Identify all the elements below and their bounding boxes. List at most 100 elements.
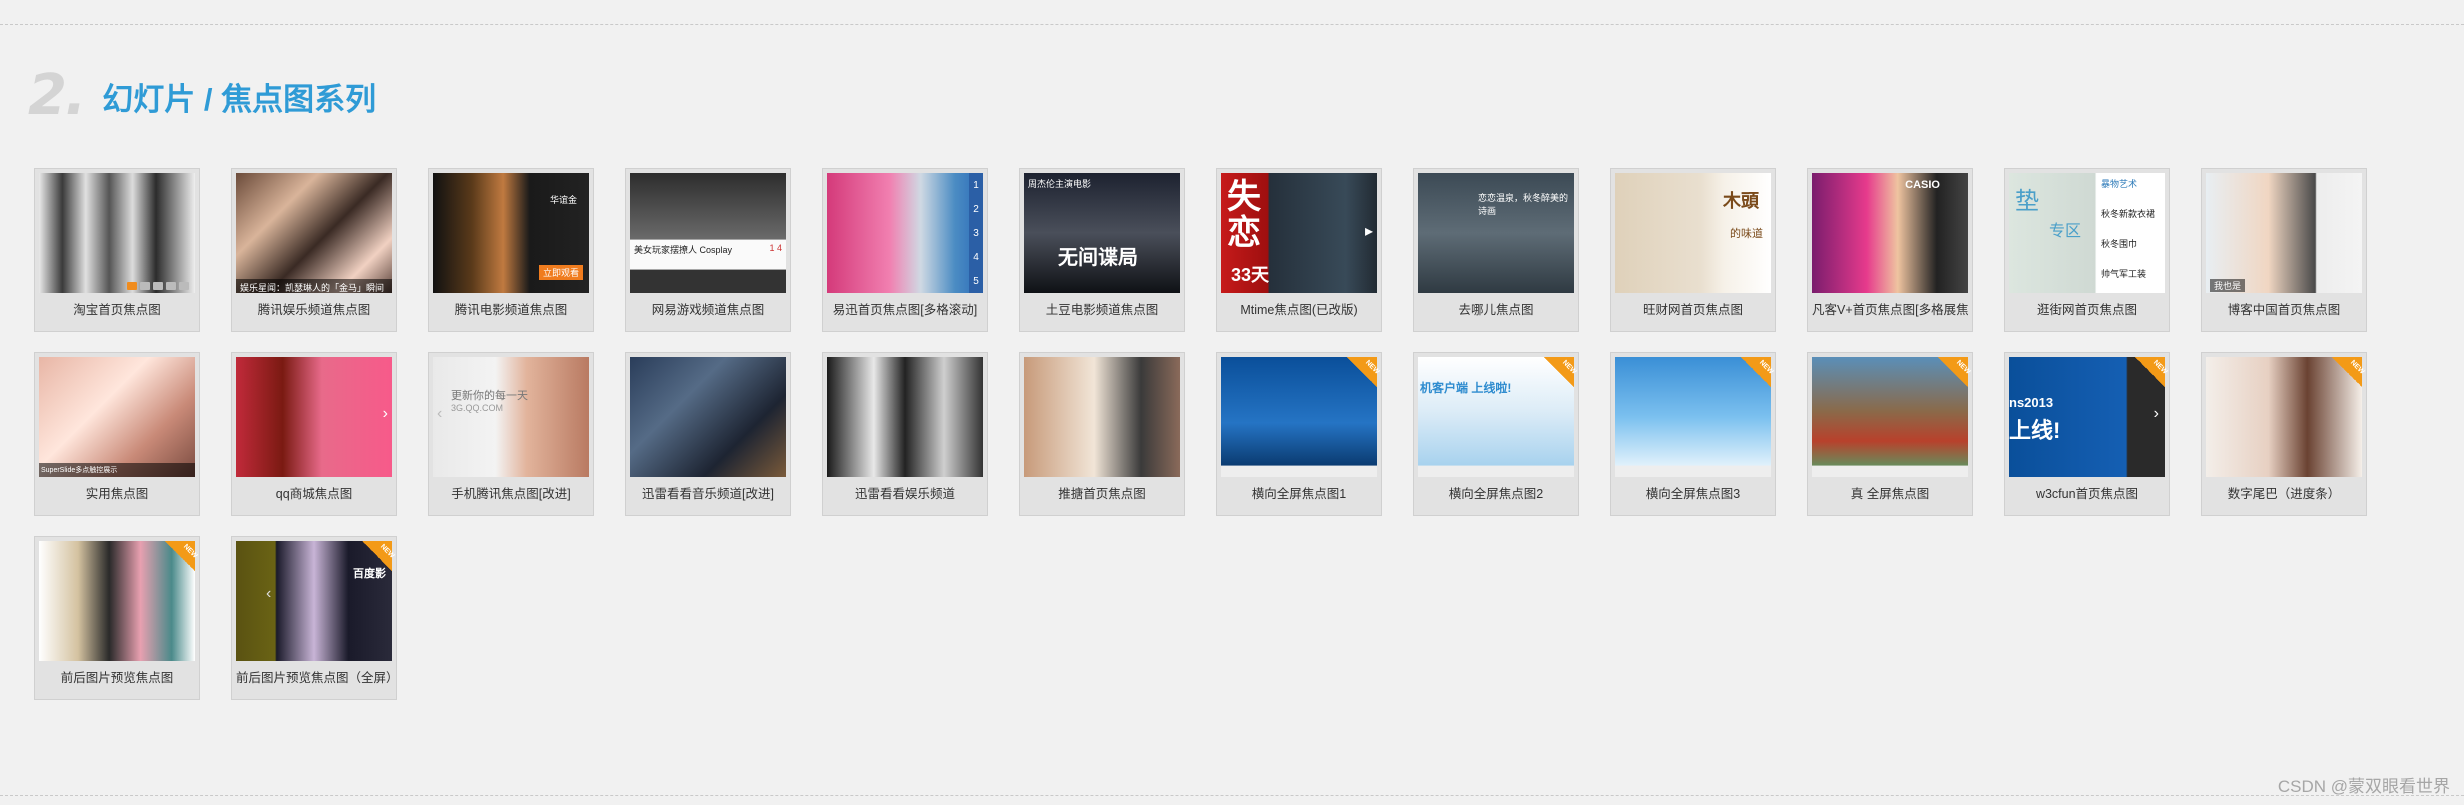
bottom-divider [0,795,2464,796]
demo-thumbnail [39,173,195,293]
side-menu-item[interactable]: 暴物艺术 [2101,177,2137,190]
thumb-url: 3G.QQ.COM [451,403,504,413]
demo-caption[interactable]: Mtime焦点图(已改版) [1221,301,1377,319]
demo-caption[interactable]: 数字尾巴（进度条） [2206,485,2362,503]
chevron-right-icon[interactable]: › [2154,405,2159,423]
demo-card-tencent-ent[interactable]: 娱乐星闻：凯瑟琳人的「金马」瞬间 腾讯娱乐频道焦点图 [231,168,397,332]
demo-caption[interactable]: 旺财网首页焦点图 [1615,301,1771,319]
thumb-text: ns2013 [2009,395,2054,410]
demo-caption[interactable]: 横向全屏焦点图3 [1615,485,1771,503]
demo-card-qq-mall[interactable]: › qq商城焦点图 [231,352,397,516]
demo-caption[interactable]: 迅雷看看音乐频道[改进] [630,485,786,503]
thumb-text: 机客户端 上线啦! [1420,381,1512,395]
demo-card-xunlei-ent[interactable]: 迅雷看看娱乐频道 [822,352,988,516]
demo-card-w3cfun[interactable]: ns2013 上线! › w3cfun首页焦点图 NEW [2004,352,2170,516]
demo-caption[interactable]: 腾讯娱乐频道焦点图 [236,301,392,319]
chevron-left-icon[interactable]: ‹ [437,405,442,423]
slide-number-strip[interactable]: 1 2 3 4 5 [969,173,983,293]
side-menu-item[interactable]: 秋冬围巾 [2101,237,2137,250]
demo-card-mtime[interactable]: 失 恋 33天 ▸ Mtime焦点图(已改版) [1216,168,1382,332]
side-menu-item[interactable]: 帅气军工装 [2101,267,2146,280]
demo-caption[interactable]: qq商城焦点图 [236,485,392,503]
demo-thumbnail: 美女玩家摆撩人 Cosplay 1 4 [630,173,786,293]
demo-card-taobao[interactable]: 淘宝首页焦点图 [34,168,200,332]
demo-thumbnail: 更新你的每一天 3G.QQ.COM ‹ [433,357,589,477]
demo-card-preview-slider-fullscreen[interactable]: ‹ 百度影 前后图片预览焦点图（全屏） NEW [231,536,397,700]
demo-card-practical[interactable]: SuperSlide多点触控展示 实用焦点图 [34,352,200,516]
demo-card-blogchina[interactable]: 我也是 博客中国首页焦点图 [2201,168,2367,332]
demo-caption[interactable]: 前后图片预览焦点图（全屏） [236,669,392,687]
thumb-subtitle: 的味道 [1730,228,1763,240]
watch-now-button[interactable]: 立即观看 [538,265,583,280]
demo-caption[interactable]: 推搪首页焦点图 [1024,485,1180,503]
demo-caption[interactable]: 真 全屏焦点图 [1812,485,1968,503]
demo-caption[interactable]: 腾讯电影频道焦点图 [433,301,589,319]
thumb-top-text: 周杰伦主演电影 [1028,179,1092,189]
new-badge: NEW [1938,357,1971,387]
demo-caption[interactable]: 淘宝首页焦点图 [39,301,195,319]
demo-caption[interactable]: 土豆电影频道焦点图 [1024,301,1180,319]
caption-bar-text: SuperSlide多点触控展示 [41,467,118,474]
demo-caption[interactable]: 去哪儿焦点图 [1418,301,1574,319]
slide-number[interactable]: 5 [973,276,979,287]
demo-thumbnail: 娱乐星闻：凯瑟琳人的「金马」瞬间 [236,173,392,293]
slide-number[interactable]: 1 [973,180,979,191]
demo-card-preview-slider[interactable]: 前后图片预览焦点图 NEW [34,536,200,700]
chevron-left-icon[interactable]: ‹ [266,585,271,603]
new-badge: NEW [1544,357,1577,387]
demo-caption[interactable]: 易迅首页焦点图[多格滚动] [827,301,983,319]
demo-caption[interactable]: 实用焦点图 [39,485,195,503]
demo-caption[interactable]: 前后图片预览焦点图 [39,669,195,687]
demo-thumbnail: 周杰伦主演电影 无间谍局 [1024,173,1180,293]
demo-caption[interactable]: 博客中国首页焦点图 [2206,301,2362,319]
demo-thumbnail: CASIO [1812,173,1968,293]
demo-card-wangcai[interactable]: 木頭 的味道 旺财网首页焦点图 [1610,168,1776,332]
demo-caption[interactable]: 逛街网首页焦点图 [2009,301,2165,319]
demo-card-fullscreen-1[interactable]: 横向全屏焦点图1 NEW [1216,352,1382,516]
thumb-subtitle: 专区 [2049,223,2082,240]
demo-thumbnail: SuperSlide多点触控展示 [39,357,195,477]
side-menu-item[interactable]: 秋冬新款衣裙 [2101,207,2155,220]
demo-card-fullscreen-3[interactable]: 横向全屏焦点图3 NEW [1610,352,1776,516]
demo-caption[interactable]: 迅雷看看娱乐频道 [827,485,983,503]
demo-card-xunlei-music[interactable]: 迅雷看看音乐频道[改进] [625,352,791,516]
demo-card-mobile-tencent[interactable]: 更新你的每一天 3G.QQ.COM ‹ 手机腾讯焦点图[改进] [428,352,594,516]
slide-pager[interactable] [127,282,189,290]
thumb-counter: 1 4 [769,243,782,253]
slide-number[interactable]: 2 [973,204,979,215]
demo-thumbnail: 我也是 [2206,173,2362,293]
caption-bar: SuperSlide多点触控展示 [39,463,195,477]
demo-caption[interactable]: 网易游戏频道焦点图 [630,301,786,319]
demo-card-tudou[interactable]: 周杰伦主演电影 无间谍局 土豆电影频道焦点图 [1019,168,1185,332]
thumb-label: 我也是 [2210,279,2246,292]
demo-card-netease-game[interactable]: 美女玩家摆撩人 Cosplay 1 4 网易游戏频道焦点图 [625,168,791,332]
demo-card-true-fullscreen[interactable]: 真 全屏焦点图 NEW [1807,352,1973,516]
demo-thumbnail [1024,357,1180,477]
thumb-label: 美女玩家摆撩人 Cosplay [634,245,733,255]
thumb-big-text: 垫 [2015,188,2039,215]
demo-caption[interactable]: 横向全屏焦点图2 [1418,485,1574,503]
top-divider [0,24,2464,25]
demo-card-tuitang[interactable]: 推搪首页焦点图 [1019,352,1185,516]
demo-caption[interactable]: 凡客V+首页焦点图[多格展焦] [1812,301,1968,319]
chevron-right-icon[interactable]: ▸ [1365,221,1373,241]
slide-number[interactable]: 4 [973,252,979,263]
thumb-days-text: 33天 [1231,265,1270,285]
demo-card-fullscreen-2[interactable]: 机客户端 上线啦! 横向全屏焦点图2 NEW [1413,352,1579,516]
demo-card-tencent-movie[interactable]: 华谊金 立即观看 腾讯电影频道焦点图 [428,168,594,332]
thumb-text: 恋恋温泉，秋冬醉美的诗画 [1478,193,1569,216]
demo-card-guangjie[interactable]: 垫 专区 暴物艺术 秋冬新款衣裙 秋冬围巾 帅气军工装 逛街网首页焦点图 [2004,168,2170,332]
slideshow-demo-grid: 淘宝首页焦点图 娱乐星闻：凯瑟琳人的「金马」瞬间 腾讯娱乐频道焦点图 华谊金 立… [34,168,2394,700]
new-badge: NEW [362,541,395,571]
demo-caption[interactable]: w3cfun首页焦点图 [2009,485,2165,503]
demo-card-digital-tail[interactable]: 数字尾巴（进度条） NEW [2201,352,2367,516]
caption-bar-text: 娱乐星闻：凯瑟琳人的「金马」瞬间 [240,283,385,293]
demo-caption[interactable]: 横向全屏焦点图1 [1221,485,1377,503]
demo-thumbnail [827,357,983,477]
demo-card-yixun[interactable]: 1 2 3 4 5 易迅首页焦点图[多格滚动] [822,168,988,332]
slide-number[interactable]: 3 [973,228,979,239]
demo-card-qunar[interactable]: 恋恋温泉，秋冬醉美的诗画 去哪儿焦点图 [1413,168,1579,332]
demo-card-vancl[interactable]: CASIO 凡客V+首页焦点图[多格展焦] [1807,168,1973,332]
demo-caption[interactable]: 手机腾讯焦点图[改进] [433,485,589,503]
chevron-right-icon[interactable]: › [383,405,388,423]
